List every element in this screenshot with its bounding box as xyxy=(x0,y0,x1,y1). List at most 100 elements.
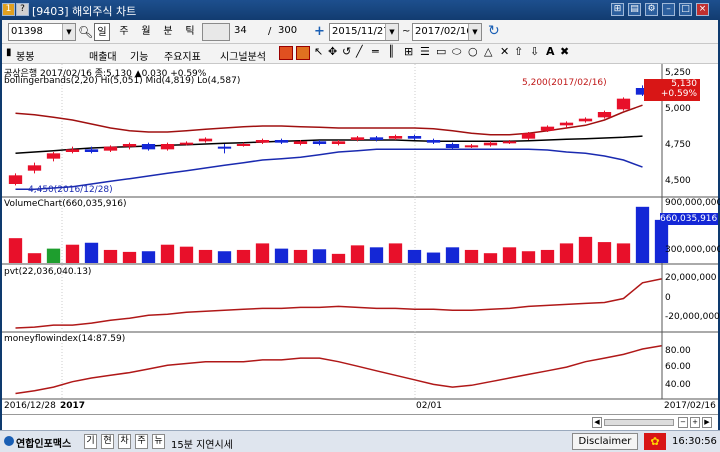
calendar-dropdown-icon[interactable]: ▼ xyxy=(385,24,398,40)
refresh-icon[interactable]: ↻ xyxy=(488,23,500,39)
disclaimer-button[interactable]: Disclaimer xyxy=(572,433,638,450)
data2-icon[interactable] xyxy=(296,46,310,60)
period-tick[interactable]: 틱 xyxy=(182,23,198,41)
delay-notice: 15분 지연시세 xyxy=(171,440,233,451)
clock: 16:30:56 xyxy=(672,436,717,447)
fibonacci-icon[interactable]: ☰ xyxy=(420,45,430,58)
scroll-thumb[interactable] xyxy=(604,419,674,426)
menu-candle[interactable]: 봉봉 xyxy=(16,48,34,63)
high-annotation: 5,200(2017/02/16) xyxy=(522,78,607,88)
chart-scrollbar[interactable]: ◀ − + ▶ xyxy=(2,414,718,430)
triangle-icon[interactable]: △ xyxy=(484,45,492,58)
text-icon[interactable]: A xyxy=(546,45,555,58)
volume-bar xyxy=(236,249,251,263)
status-button[interactable]: 현 xyxy=(101,434,114,449)
period-month[interactable]: 월 xyxy=(138,23,154,41)
candle-body xyxy=(369,137,384,140)
title-bar: 1 ? [9403] 해외주식 차트 ⊞ ▤ ⚙ – □ × xyxy=(0,0,720,20)
circle-icon[interactable]: ○ xyxy=(468,45,478,58)
menu-volume-profile[interactable]: 매출대 xyxy=(89,48,117,63)
pan-icon[interactable]: ✥ xyxy=(328,45,337,58)
volume-bar xyxy=(654,219,669,263)
candle-body xyxy=(312,141,327,144)
price-box: 5,130 +0.59% xyxy=(644,79,700,101)
candle-body xyxy=(8,175,23,184)
menu-signals[interactable]: 시그널분석 xyxy=(220,48,266,63)
rectangle-icon[interactable]: ▭ xyxy=(436,45,446,58)
zoom-out-icon[interactable]: − xyxy=(678,417,688,428)
print-icon[interactable]: ▤ xyxy=(628,3,641,16)
interval-input[interactable] xyxy=(202,23,230,41)
status-button[interactable]: 차 xyxy=(118,434,131,449)
plus-icon[interactable]: + xyxy=(314,24,325,39)
hline-icon[interactable]: ═ xyxy=(372,45,379,58)
volume-bar xyxy=(483,253,498,263)
date-tick: 2016/12/28 xyxy=(4,401,56,411)
zoom-in-icon[interactable]: + xyxy=(690,417,700,428)
volume-bar xyxy=(255,243,270,263)
volume-bar xyxy=(103,249,118,263)
code-value: 01398 xyxy=(11,26,43,37)
scroll-left-icon[interactable]: ◀ xyxy=(592,417,602,428)
scroll-right-icon[interactable]: ▶ xyxy=(702,417,712,428)
grid-icon[interactable]: ⊞ xyxy=(404,45,413,58)
trendline-icon[interactable]: ╱ xyxy=(356,45,363,58)
status-bar: 연합인포맥스 기 현 차 주 뉴 15분 지연시세 Disclaimer ✿ 1… xyxy=(0,430,720,452)
pvt-tick: 0 xyxy=(665,293,671,303)
mfi-line xyxy=(15,344,662,395)
ellipse-icon[interactable]: ⬭ xyxy=(452,45,461,59)
menu-functions[interactable]: 기능 xyxy=(130,48,148,63)
volume-bar xyxy=(84,242,99,263)
minimize-icon[interactable]: – xyxy=(662,3,675,16)
close-icon[interactable]: × xyxy=(696,3,709,16)
code-input[interactable]: 01398 ▼ xyxy=(8,23,76,41)
candle-body xyxy=(84,149,99,152)
candle-body xyxy=(426,140,441,143)
candle-type-icon[interactable]: ▮ xyxy=(6,47,12,58)
delete-icon[interactable]: ✖ xyxy=(560,45,569,58)
help-icon[interactable]: ? xyxy=(16,3,29,16)
undo-icon[interactable]: ↺ xyxy=(342,45,351,58)
pvt-line xyxy=(15,278,662,329)
up-arrow-icon[interactable]: ⇧ xyxy=(514,45,523,58)
chart-area[interactable]: 공상은행 2017/02/16 종:5,130 ▲0.030 +0.59% bo… xyxy=(2,64,720,414)
count-input[interactable]: 34 xyxy=(232,23,266,41)
close-shape-icon[interactable]: ✕ xyxy=(500,45,509,58)
chevron-down-icon[interactable]: ▼ xyxy=(62,24,75,40)
date-from-input[interactable]: 2015/11/27 ▼ xyxy=(329,23,399,41)
volume-bar xyxy=(616,243,631,263)
candle-body xyxy=(597,112,612,118)
vline-icon[interactable]: ║ xyxy=(388,45,395,58)
data-icon[interactable] xyxy=(279,46,293,60)
maximize-icon[interactable]: □ xyxy=(679,3,692,16)
status-button[interactable]: 뉴 xyxy=(152,434,165,449)
volume-bar xyxy=(65,244,80,263)
period-day[interactable]: 일 xyxy=(94,23,110,41)
settings-icon[interactable]: ⚙ xyxy=(645,3,658,16)
volume-bar xyxy=(559,243,574,263)
cursor-icon[interactable]: ↖ xyxy=(314,45,323,58)
pin-icon[interactable]: ⊞ xyxy=(611,3,624,16)
logo-icon xyxy=(4,436,14,446)
menu-indicators[interactable]: 주요지표 xyxy=(164,48,201,63)
chart-canvas xyxy=(2,64,718,400)
candle-body xyxy=(616,98,631,110)
volume-bar xyxy=(445,247,460,263)
date-to-value: 2017/02/16 xyxy=(415,26,473,37)
volume-bar xyxy=(27,253,42,263)
pvt-label: pvt(22,036,040.13) xyxy=(4,267,92,277)
down-arrow-icon[interactable]: ⇩ xyxy=(530,45,539,58)
calendar-dropdown-icon[interactable]: ▼ xyxy=(468,24,481,40)
volume-bar xyxy=(578,236,593,263)
date-to-input[interactable]: 2017/02/16 ▼ xyxy=(412,23,482,41)
candle-body xyxy=(331,141,346,144)
status-button[interactable]: 주 xyxy=(135,434,148,449)
candle-body xyxy=(483,142,498,146)
search-icon[interactable]: 🔍︎ xyxy=(78,25,93,39)
period-minute[interactable]: 분 xyxy=(160,23,176,41)
candle-body xyxy=(141,144,156,150)
volume-bar xyxy=(217,251,232,263)
period-week[interactable]: 주 xyxy=(116,23,132,41)
status-button[interactable]: 기 xyxy=(84,434,97,449)
volume-bar xyxy=(293,249,308,263)
